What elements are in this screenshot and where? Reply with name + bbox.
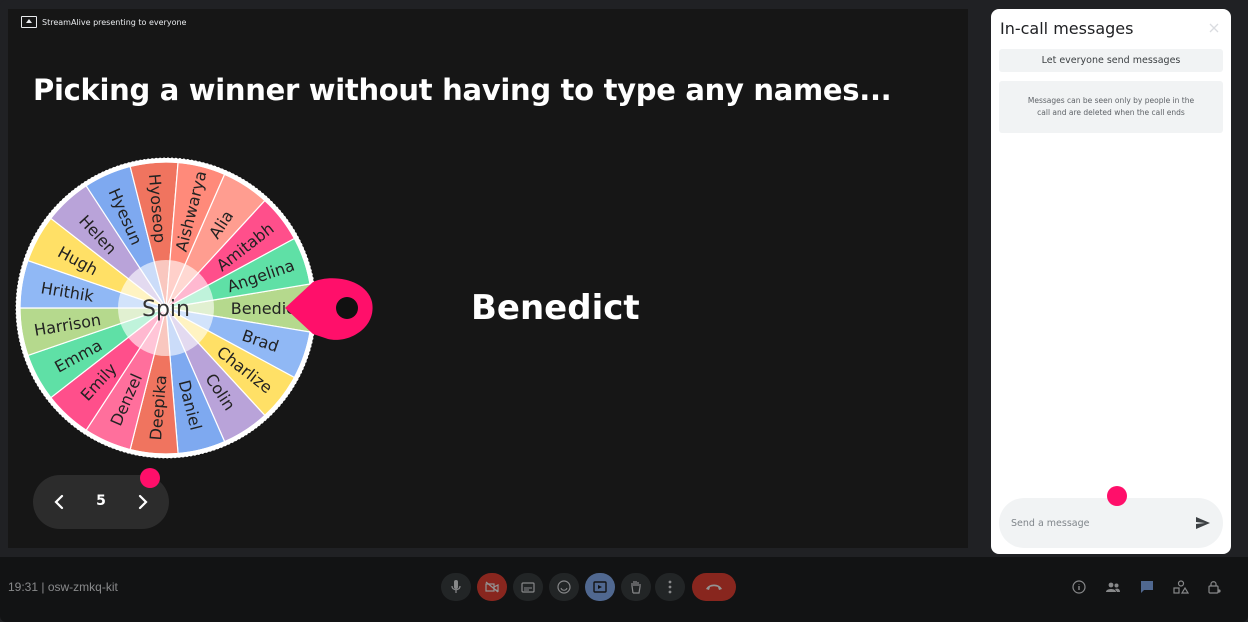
meeting-details-button[interactable] (1069, 577, 1089, 597)
leave-call-button[interactable] (692, 573, 736, 601)
camera-button[interactable] (477, 573, 507, 601)
send-icon (1196, 517, 1210, 529)
present-screen-icon (593, 581, 607, 593)
name-wheel[interactable]: BenedictBradCharlizeColinDanielDeepikaDe… (8, 148, 388, 468)
activities-icon (1173, 580, 1189, 594)
presenter-badge: StreamAlive presenting to everyone (21, 16, 186, 28)
more-options-button[interactable] (655, 573, 685, 601)
send-message-input[interactable] (1011, 514, 1181, 532)
host-controls-icon (1208, 581, 1221, 594)
send-button[interactable] (1193, 513, 1213, 533)
camera-off-icon (485, 581, 499, 593)
host-controls-button[interactable] (1204, 577, 1224, 597)
close-panel-button[interactable] (1207, 21, 1221, 35)
meeting-info: 19:31 | osw-zmkq-kit (8, 580, 118, 594)
chat-button[interactable] (1137, 577, 1157, 597)
next-slide-button[interactable] (132, 491, 154, 513)
more-options-icon (668, 580, 672, 594)
chevron-right-icon (138, 494, 148, 510)
page-number: 5 (96, 493, 106, 509)
pager-indicator-dot (140, 468, 160, 488)
captions-button[interactable] (513, 573, 543, 601)
close-icon (1209, 23, 1219, 33)
microphone-icon (451, 580, 461, 593)
raise-hand-icon (631, 581, 641, 594)
let-everyone-send-toggle[interactable]: Let everyone send messages (999, 49, 1223, 72)
activities-button[interactable] (1171, 577, 1191, 597)
raise-hand-button[interactable] (621, 573, 651, 601)
pointer-hub (336, 297, 358, 319)
winner-name: Benedict (471, 288, 640, 328)
people-icon (1106, 582, 1120, 592)
chat-notice: Messages can be seen only by people in t… (999, 81, 1223, 133)
previous-slide-button[interactable] (48, 491, 70, 513)
chat-notice-text: Messages can be seen only by people in t… (1027, 96, 1195, 117)
chevron-left-icon (54, 494, 64, 510)
meeting-window: StreamAlive presenting to everyone Picki… (0, 0, 1248, 622)
message-composer (999, 498, 1223, 548)
presenter-label: StreamAlive presenting to everyone (42, 17, 187, 27)
present-button[interactable] (585, 573, 615, 601)
people-button[interactable] (1103, 577, 1123, 597)
composer-indicator-dot (1107, 486, 1127, 506)
presenting-icon (21, 16, 37, 28)
microphone-button[interactable] (441, 573, 471, 601)
panel-title: In-call messages (1000, 19, 1134, 38)
leave-call-icon (706, 584, 722, 590)
meeting-details-icon (1072, 580, 1086, 594)
emoji-button[interactable] (549, 573, 579, 601)
emoji-icon (557, 580, 571, 594)
chat-icon (1141, 581, 1153, 593)
in-call-messages-panel: In-call messages Let everyone send messa… (991, 9, 1231, 554)
slide-title: Picking a winner without having to type … (33, 73, 892, 107)
spin-label: Spin (142, 297, 190, 322)
captions-icon (521, 581, 535, 593)
